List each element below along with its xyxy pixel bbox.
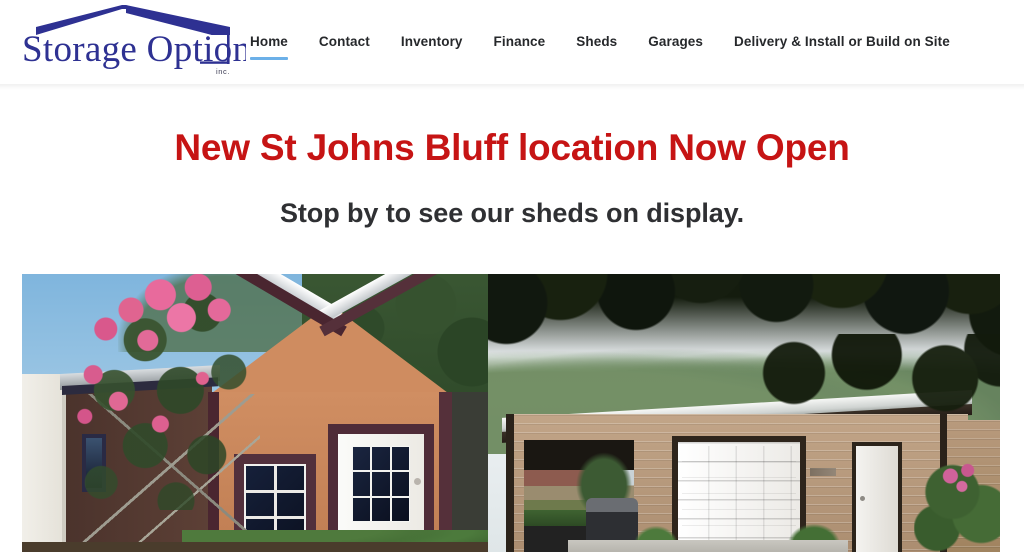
hero-subheadline: Stop by to see our sheds on display. <box>280 197 744 228</box>
main-navigation: Home Contact Inventory Finance Sheds Gar… <box>250 0 1024 84</box>
concrete-driveway <box>568 540 848 552</box>
hero-image-gallery <box>22 274 1000 552</box>
storage-options-logo-graphic: Storage Options inc. <box>22 5 246 76</box>
shed-corner-trim-right <box>439 392 452 552</box>
nav-item-contact[interactable]: Contact <box>319 31 370 53</box>
shed-door-grid-horizontal-2 <box>352 496 410 498</box>
ground-strip <box>22 542 488 552</box>
shed-door-grid-horizontal-1 <box>352 470 410 472</box>
shed-door-window <box>352 446 410 522</box>
hero-headline: New St Johns Bluff location Now Open <box>174 127 850 168</box>
nav-item-inventory[interactable]: Inventory <box>401 31 463 53</box>
nav-item-delivery-install[interactable]: Delivery & Install or Build on Site <box>734 31 950 53</box>
address-numbers <box>810 468 836 476</box>
right-bush-blooms <box>936 460 984 500</box>
hero-section: New St Johns Bluff location Now Open Sto… <box>0 84 1024 228</box>
site-header: Storage Options inc. Home Contact Invent… <box>0 0 1024 90</box>
shed-door-knob <box>414 478 421 485</box>
shed-door-grid-vertical-1 <box>370 446 372 522</box>
neighbor-building <box>22 374 66 552</box>
crepe-myrtle-pink-blooms <box>68 274 278 462</box>
nav-item-finance[interactable]: Finance <box>494 31 546 53</box>
nav-item-garages[interactable]: Garages <box>648 31 703 53</box>
nav-item-home[interactable]: Home <box>250 31 288 60</box>
site-logo[interactable]: Storage Options inc. <box>0 0 250 84</box>
logo-inc-suffix: inc. <box>216 67 230 76</box>
logo-wordmark: Storage Options <box>22 29 246 70</box>
overhanging-tree-canopy-secondary <box>738 334 1000 464</box>
shed-door-grid-vertical-2 <box>390 446 392 522</box>
side-door-knob <box>860 496 865 501</box>
garage-photo[interactable] <box>488 274 1000 552</box>
shed-photo[interactable] <box>22 274 488 552</box>
nav-item-sheds[interactable]: Sheds <box>576 31 617 53</box>
garage-corner-post-left <box>506 414 514 552</box>
